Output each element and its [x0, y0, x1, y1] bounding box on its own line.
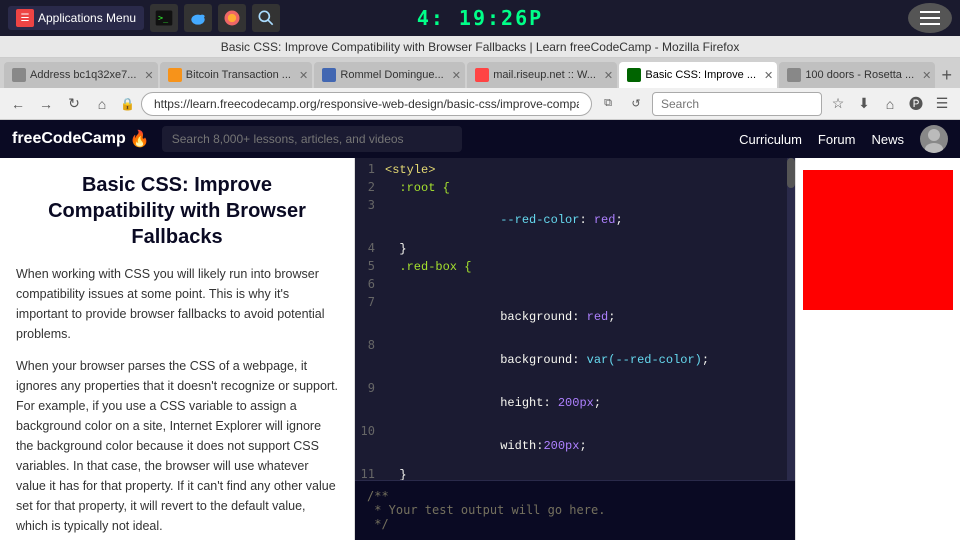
applications-menu[interactable]: ☰ Applications Menu [8, 6, 144, 30]
fcc-nav: Curriculum Forum News [739, 125, 948, 153]
tab-favicon [787, 68, 801, 82]
bookmark-button[interactable]: ☆ [826, 92, 850, 116]
tab-bitcoin[interactable]: Bitcoin Transaction ... ✕ [160, 62, 313, 88]
code-line-7: 7 background: red; [355, 295, 795, 338]
nav-forum[interactable]: Forum [818, 132, 856, 147]
code-line-10: 10 width:200px; [355, 424, 795, 467]
scrollbar-thumb[interactable] [787, 158, 795, 188]
editor-panel: 1 <style> 2 :root { 3 --red-color: red; [355, 158, 795, 540]
tab-close-button[interactable]: ✕ [452, 69, 461, 82]
scrollbar-vertical[interactable] [787, 158, 795, 480]
svg-text:>_: >_ [158, 13, 169, 23]
preview-panel [795, 158, 960, 540]
tab-close-button[interactable]: ✕ [299, 69, 308, 82]
tab-label: Basic CSS: Improve ... [645, 69, 756, 81]
lesson-panel: Basic CSS: Improve Compatibility with Br… [0, 158, 355, 540]
url-input[interactable] [141, 92, 592, 116]
hamburger-icon [920, 11, 940, 25]
search-input[interactable] [652, 92, 822, 116]
tab-fcc-active[interactable]: Basic CSS: Improve ... ✕ [619, 62, 777, 88]
user-avatar[interactable] [920, 125, 948, 153]
red-box-preview [803, 170, 953, 310]
output-text: /** * Your test output will go here. */ [367, 489, 605, 531]
tab-label: Bitcoin Transaction ... [186, 69, 291, 81]
tab-rommel[interactable]: Rommel Domingue... ✕ [314, 62, 465, 88]
tab-close-button[interactable]: ✕ [604, 69, 613, 82]
lesson-paragraph-1: When working with CSS you will likely ru… [16, 264, 338, 344]
nav-curriculum[interactable]: Curriculum [739, 132, 802, 147]
taskbar: ☰ Applications Menu >_ 4: 19:26P [0, 0, 960, 36]
tab-label: 100 doors - Rosetta ... [805, 69, 914, 81]
tab-favicon [168, 68, 182, 82]
browser-title-text: Basic CSS: Improve Compatibility with Br… [221, 40, 740, 54]
app-menu-label: Applications Menu [38, 11, 136, 25]
tab-address[interactable]: Address bc1q32xe7... ✕ [4, 62, 158, 88]
forward-button[interactable]: → [34, 92, 58, 116]
fire-icon: 🔥 [130, 129, 150, 149]
tab-favicon [322, 68, 336, 82]
tab-close-button[interactable]: ✕ [922, 69, 931, 82]
tabs-bar: Address bc1q32xe7... ✕ Bitcoin Transacti… [0, 58, 960, 88]
back-button[interactable]: ← [6, 92, 30, 116]
output-panel: /** * Your test output will go here. */ [355, 480, 795, 540]
code-line-8: 8 background: var(--red-color); [355, 338, 795, 381]
firefox-icon[interactable] [218, 4, 246, 32]
lesson-paragraph-2: When your browser parses the CSS of a we… [16, 356, 338, 536]
dolphin-icon[interactable] [184, 4, 212, 32]
reload-button[interactable]: ↻ [62, 92, 86, 116]
menu-button[interactable]: ☰ [930, 92, 954, 116]
code-line-6: 6 [355, 277, 795, 295]
lock-icon: 🔒 [118, 97, 137, 111]
app-menu-icon: ☰ [16, 9, 34, 27]
refresh-button[interactable]: ↺ [624, 92, 648, 116]
lesson-title: Basic CSS: Improve Compatibility with Br… [16, 172, 338, 250]
nav-news[interactable]: News [871, 132, 904, 147]
tab-favicon [12, 68, 26, 82]
clock: 4: 19:26P [417, 6, 543, 30]
home-button[interactable]: ⌂ [90, 92, 114, 116]
address-bar-icons: ☆ ⬇ ⌂ 🅟 ☰ [826, 92, 954, 116]
tab-favicon [475, 68, 489, 82]
tab-label: Address bc1q32xe7... [30, 69, 136, 81]
new-tab-button[interactable]: + [937, 62, 956, 88]
code-line-2: 2 :root { [355, 180, 795, 198]
fcc-logo-text: freeCodeCamp [12, 130, 126, 148]
code-lines: 1 <style> 2 :root { 3 --red-color: red; [355, 158, 795, 480]
tab-mail[interactable]: mail.riseup.net :: W... ✕ [467, 62, 617, 88]
download-button[interactable]: ⬇ [852, 92, 876, 116]
tab-close-button[interactable]: ✕ [144, 69, 153, 82]
home-addr-button[interactable]: ⌂ [878, 92, 902, 116]
code-line-5: 5 .red-box { [355, 259, 795, 277]
pocket-button[interactable]: 🅟 [904, 92, 928, 116]
fcc-header: freeCodeCamp 🔥 Curriculum Forum News [0, 120, 960, 158]
code-line-4: 4 } [355, 241, 795, 259]
browser-title-bar: Basic CSS: Improve Compatibility with Br… [0, 36, 960, 58]
code-line-3: 3 --red-color: red; [355, 198, 795, 241]
tab-favicon [627, 68, 641, 82]
code-editor[interactable]: 1 <style> 2 :root { 3 --red-color: red; [355, 158, 795, 480]
magnifier-icon[interactable] [252, 4, 280, 32]
tab-100doors[interactable]: 100 doors - Rosetta ... ✕ [779, 62, 935, 88]
tab-label: mail.riseup.net :: W... [493, 69, 596, 81]
fcc-logo[interactable]: freeCodeCamp 🔥 [12, 129, 150, 149]
tab-close-button[interactable]: ✕ [764, 69, 773, 82]
code-line-1: 1 <style> [355, 162, 795, 180]
copy-url-button[interactable]: ⧉ [596, 92, 620, 116]
code-line-11: 11 } [355, 467, 795, 480]
main-content: Basic CSS: Improve Compatibility with Br… [0, 158, 960, 540]
code-line-9: 9 height: 200px; [355, 381, 795, 424]
tab-label: Rommel Domingue... [340, 69, 443, 81]
taskbar-menu-button[interactable] [908, 3, 952, 33]
terminal-icon[interactable]: >_ [150, 4, 178, 32]
address-bar: ← → ↻ ⌂ 🔒 ⧉ ↺ ☆ ⬇ ⌂ 🅟 ☰ [0, 88, 960, 120]
fcc-search-input[interactable] [162, 126, 462, 152]
